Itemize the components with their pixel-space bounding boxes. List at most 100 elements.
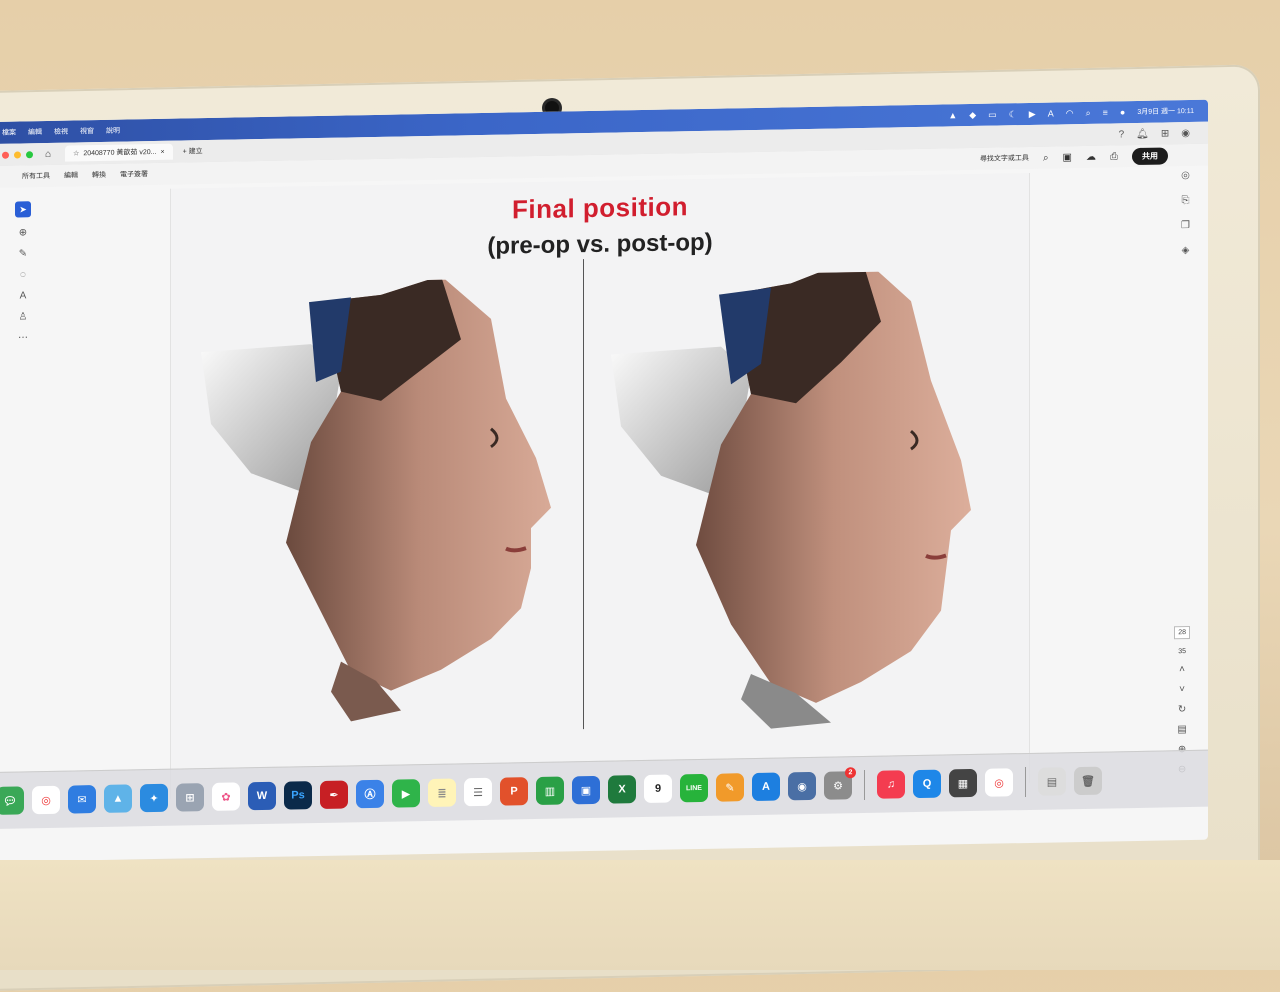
find-text-tools-label[interactable]: 尋找文字或工具	[980, 153, 1029, 164]
moon-icon[interactable]: ☾	[1009, 109, 1017, 120]
disk-utility-icon[interactable]: ◉	[788, 771, 816, 801]
slide-subtitle: (pre-op vs. post-op)	[487, 228, 713, 260]
photoshop-icon[interactable]: Ps	[284, 781, 312, 810]
app-store-icon[interactable]: Ⓐ	[356, 779, 384, 809]
calendar-icon[interactable]: 9	[644, 774, 672, 804]
new-tab-button[interactable]: + 建立	[183, 146, 203, 156]
document-tab[interactable]: ☆ 20408770 黃歆茹 v20... ×	[65, 143, 173, 162]
facetime-icon[interactable]: ▶	[392, 779, 420, 808]
music-icon[interactable]: ♫	[877, 770, 905, 799]
calculator-icon[interactable]: ▦	[949, 768, 977, 798]
search-icon[interactable]: ⌕	[1043, 152, 1049, 163]
app-status-icon[interactable]: ◆	[969, 109, 976, 120]
pages-icon[interactable]: ✎	[716, 773, 744, 802]
menu-help[interactable]: 說明	[106, 126, 120, 136]
play-icon[interactable]: ▶	[1029, 108, 1036, 119]
menu-view[interactable]: 檢視	[54, 127, 68, 137]
stamp-icon[interactable]: ♙	[19, 311, 28, 322]
bell-icon[interactable]: 🔔︎	[1136, 128, 1149, 139]
zoom-tool-icon[interactable]: ⊕	[19, 227, 27, 238]
plus-icon: +	[182, 148, 187, 156]
mail-icon[interactable]: ✉	[68, 785, 96, 814]
total-pages: 35	[1178, 648, 1186, 656]
chrome-icon[interactable]: ◎	[32, 785, 60, 815]
menu-window[interactable]: 視窗	[80, 126, 94, 136]
right-tool-rail: ◎ ⎘ ❐ ◈	[1181, 170, 1190, 256]
copy-icon[interactable]: ❐	[1181, 220, 1190, 231]
xcode-store-icon[interactable]: A	[752, 772, 780, 802]
select-cursor-icon[interactable]: ➤	[15, 201, 31, 218]
notes-icon[interactable]: ≣	[428, 778, 456, 807]
control-center-icon[interactable]: ≡	[1103, 108, 1108, 118]
numbers-icon[interactable]: ▥	[536, 776, 564, 805]
lasso-icon[interactable]: ◌	[20, 269, 26, 280]
tabbar-right-icons: ? 🔔︎ ⊞ ◉	[1119, 127, 1208, 140]
rotate-icon[interactable]: ↻	[1178, 704, 1186, 715]
home-icon[interactable]: ⌂	[45, 148, 51, 159]
toolbar-e-sign[interactable]: 電子簽署	[120, 169, 148, 180]
close-tab-icon[interactable]: ×	[160, 148, 164, 155]
left-tool-rail: ➤ ⊕ ✎ ◌ A ♙ ⋯	[10, 201, 36, 343]
menu-edit[interactable]: 編輯	[28, 127, 42, 137]
search-icon[interactable]: ⌕	[1086, 107, 1091, 118]
toolbar-menu: 所有工具 編輯 轉換 電子簽署	[0, 169, 148, 182]
downloads-folder-icon[interactable]: ▤	[1038, 767, 1066, 796]
imac-chin	[0, 860, 1280, 970]
close-window-button[interactable]	[2, 151, 9, 159]
account-icon[interactable]: ◉	[1181, 128, 1190, 139]
launchpad-icon[interactable]: ⊞	[176, 783, 204, 812]
siri-icon[interactable]: ●	[1120, 107, 1125, 117]
new-tab-label: 建立	[188, 148, 203, 156]
menu-file[interactable]: 檔案	[2, 128, 16, 138]
dock-separator	[864, 769, 865, 800]
text-box-icon[interactable]: A	[20, 290, 27, 301]
pen-icon[interactable]: ✎	[19, 248, 27, 259]
bookmark-icon[interactable]: ⎘	[1182, 195, 1190, 206]
current-page-field[interactable]: 28	[1174, 626, 1190, 640]
comment-icon[interactable]: ◎	[1181, 170, 1190, 181]
pdf-page: Final position (pre-op vs. post-op)	[170, 172, 1030, 799]
chrome-secondary-icon[interactable]: ◎	[985, 768, 1013, 797]
save-icon[interactable]: ▣	[1063, 152, 1072, 163]
toolbar-edit[interactable]: 編輯	[64, 170, 78, 180]
cloud-upload-icon[interactable]: ☁	[1086, 151, 1096, 162]
print-icon[interactable]: ⎙	[1110, 151, 1118, 162]
battery-icon[interactable]: ▭	[988, 109, 997, 120]
share-button[interactable]: 共用	[1132, 146, 1168, 165]
help-icon[interactable]: ?	[1119, 129, 1125, 140]
toolbar-all-tools[interactable]: 所有工具	[22, 171, 50, 182]
zoom-window-button[interactable]	[26, 150, 33, 158]
input-method-icon[interactable]: A	[1048, 109, 1054, 119]
more-tools-icon[interactable]: ⋯	[18, 332, 28, 343]
page-down-icon[interactable]: ˅	[1179, 684, 1185, 695]
document-tab-title: 20408770 黃歆茹 v20...	[83, 148, 157, 158]
minimize-window-button[interactable]	[14, 150, 21, 159]
photos-icon[interactable]: ✿	[212, 782, 240, 811]
page-fit-icon[interactable]: ▤	[1177, 724, 1186, 735]
adobe-icon[interactable]: ▲	[948, 110, 957, 120]
reminders-icon[interactable]: ☰	[464, 777, 492, 807]
apps-grid-icon[interactable]: ⊞	[1161, 128, 1169, 139]
excel-icon[interactable]: X	[608, 775, 636, 804]
quicktime-icon[interactable]: Q	[913, 769, 941, 799]
keynote-icon[interactable]: ▣	[572, 775, 600, 805]
wifi-icon[interactable]: ◠	[1066, 108, 1074, 119]
menubar-clock[interactable]: 3月9日 週一 10:11	[1137, 106, 1194, 117]
toolbar-right: 尋找文字或工具 ⌕ ▣ ☁ ⎙ 共用	[980, 146, 1208, 167]
system-settings-icon[interactable]: ⚙ 2	[824, 767, 856, 800]
messages-icon[interactable]: 💬︎	[0, 786, 24, 815]
toolbar-convert[interactable]: 轉換	[92, 170, 106, 180]
menubar-status: ▲ ◆ ▭ ☾ ▶ A ◠ ⌕ ≡ ● 3月9日 週一 10:11	[948, 105, 1208, 121]
powerpoint-icon[interactable]: P	[500, 777, 528, 806]
dock-separator-2	[1025, 767, 1026, 798]
menubar-menus: 檔案 編輯 檢視 視窗 說明	[0, 126, 120, 138]
safari-icon[interactable]: ✦	[140, 783, 168, 813]
star-icon[interactable]: ☆	[73, 149, 79, 157]
line-icon[interactable]: LINE	[680, 773, 708, 803]
page-up-icon[interactable]: ˄	[1179, 664, 1185, 675]
maps-icon[interactable]: ▲	[104, 784, 132, 813]
layers-icon[interactable]: ◈	[1182, 245, 1190, 256]
trash-icon[interactable]: 🗑︎	[1074, 766, 1102, 796]
word-icon[interactable]: W	[248, 781, 276, 811]
acrobat-icon[interactable]: ✒	[320, 780, 348, 809]
